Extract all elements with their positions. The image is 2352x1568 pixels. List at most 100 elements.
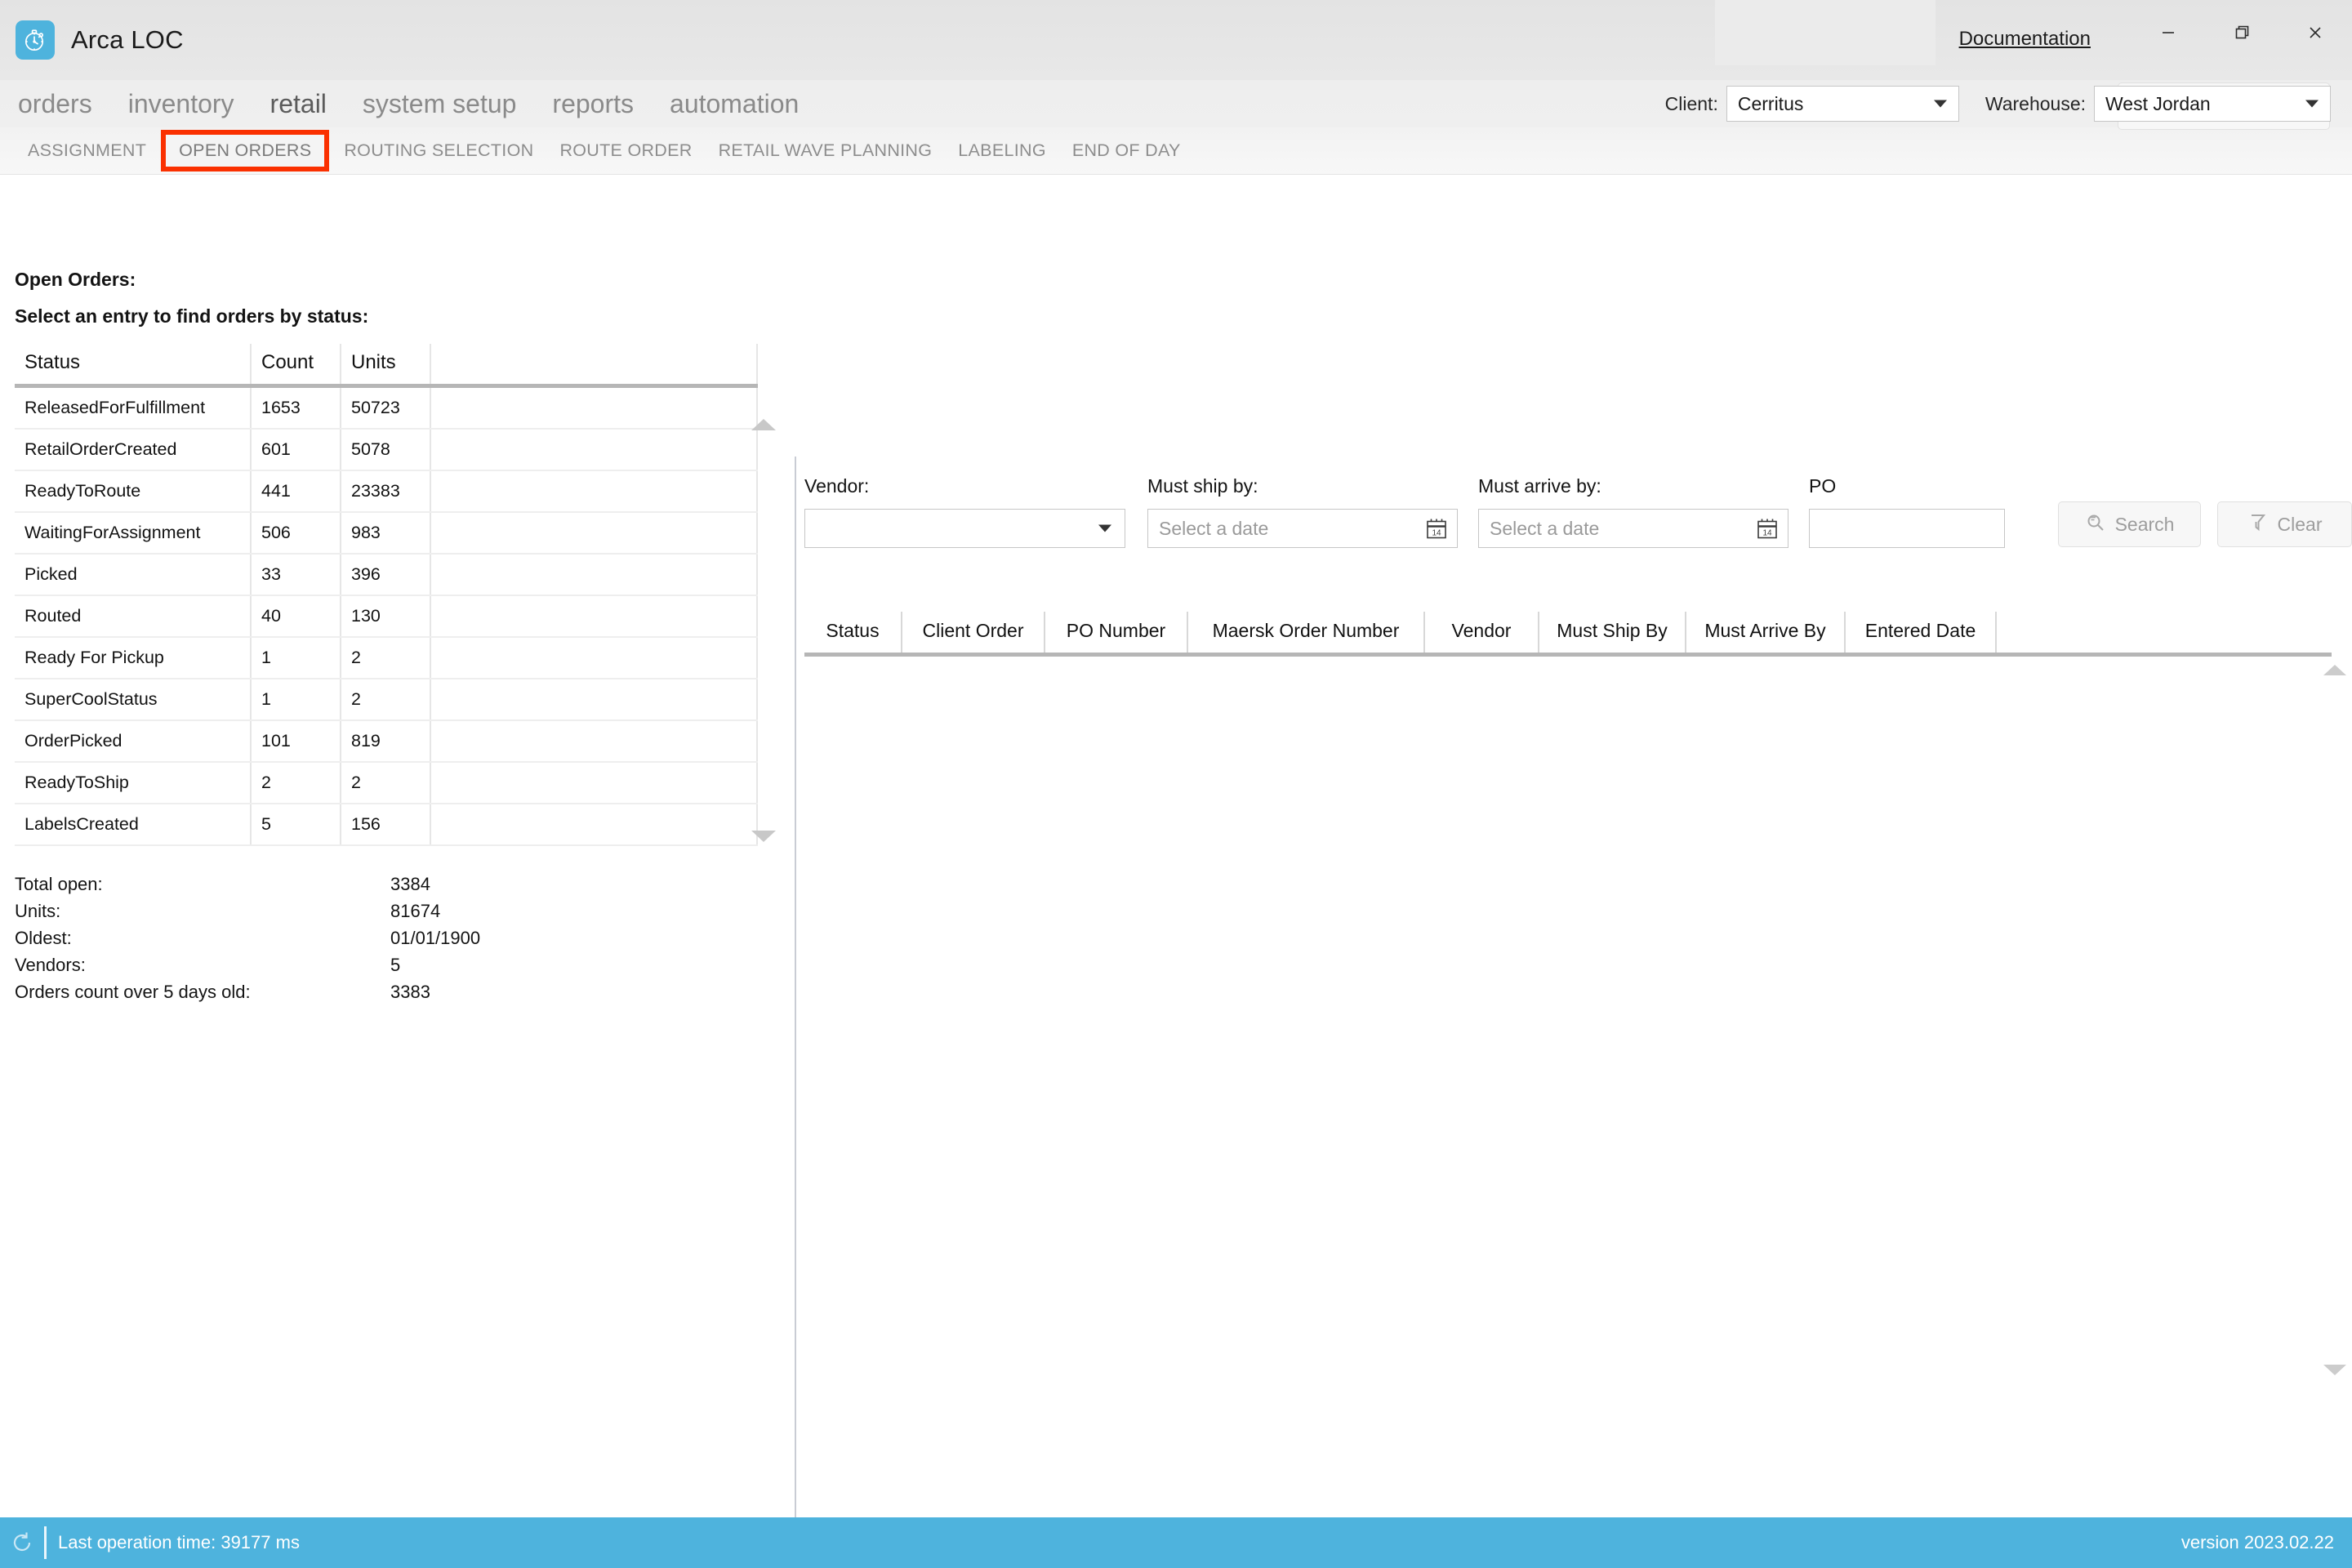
table-row[interactable]: Ready For Pickup 1 2 (15, 638, 758, 679)
cell-status: Routed (15, 596, 252, 636)
calendar-icon[interactable]: 14 (1426, 518, 1447, 540)
tab-labeling[interactable]: LABELING (945, 135, 1059, 167)
column-vendor[interactable]: Vendor (1425, 612, 1539, 653)
cell-units: 156 (341, 804, 431, 844)
nav-reports[interactable]: reports (534, 89, 652, 119)
column-must-ship-by[interactable]: Must Ship By (1539, 612, 1686, 653)
table-row[interactable]: ReadyToRoute 441 23383 (15, 471, 758, 513)
cell-blank (431, 430, 758, 470)
scroll-up-arrow-icon[interactable] (751, 419, 776, 430)
window-controls (2132, 0, 2352, 65)
cell-count: 40 (252, 596, 341, 636)
column-client-order[interactable]: Client Order (902, 612, 1045, 653)
nav-system-setup[interactable]: system setup (345, 89, 535, 119)
table-row[interactable]: LabelsCreated 5 156 (15, 804, 758, 846)
cell-blank (431, 679, 758, 719)
calendar-icon[interactable]: 14 (1757, 518, 1778, 540)
column-po-number[interactable]: PO Number (1045, 612, 1188, 653)
minimize-button[interactable] (2132, 0, 2205, 65)
cell-units: 50723 (341, 388, 431, 428)
nav-automation[interactable]: automation (652, 89, 817, 119)
cell-units: 5078 (341, 430, 431, 470)
filter-actions: Search Clear (2058, 501, 2352, 547)
filter-clear-icon (2247, 512, 2268, 537)
column-status[interactable]: Status (15, 344, 252, 384)
cell-count: 601 (252, 430, 341, 470)
status-bar: Last operation time: 39177 ms version 20… (0, 1517, 2352, 1568)
cell-units: 23383 (341, 471, 431, 511)
must-arrive-by-input[interactable]: Select a date 14 (1478, 509, 1788, 548)
tab-assignment[interactable]: ASSIGNMENT (15, 135, 159, 167)
table-row[interactable]: ReadyToShip 2 2 (15, 763, 758, 804)
maximize-button[interactable] (2205, 0, 2278, 65)
warehouse-dropdown[interactable]: West Jordan (2094, 86, 2331, 122)
close-button[interactable] (2278, 0, 2352, 65)
clear-button-label: Clear (2277, 513, 2323, 535)
cell-status: OrderPicked (15, 721, 252, 761)
column-must-arrive-by[interactable]: Must Arrive By (1686, 612, 1846, 653)
summary-row-vendors: Vendors: 5 (15, 951, 795, 978)
search-button[interactable]: Search (2058, 501, 2201, 547)
must-ship-by-input[interactable]: Select a date 14 (1147, 509, 1458, 548)
column-maersk-order-number[interactable]: Maersk Order Number (1188, 612, 1425, 653)
summary-value: 01/01/1900 (390, 928, 481, 948)
client-dropdown[interactable]: Cerritus (1726, 86, 1959, 122)
warehouse-value: West Jordan (2105, 92, 2211, 114)
column-entered-date[interactable]: Entered Date (1846, 612, 1997, 653)
vendor-dropdown[interactable] (804, 509, 1125, 548)
column-units[interactable]: Units (341, 344, 431, 384)
summary-label: Orders count over 5 days old: (15, 982, 251, 1002)
tab-route-order[interactable]: ROUTE ORDER (546, 135, 705, 167)
cell-blank (431, 596, 758, 636)
cell-blank (431, 555, 758, 595)
cell-status: ReadyToRoute (15, 471, 252, 511)
cell-blank (431, 513, 758, 553)
tab-end-of-day[interactable]: END OF DAY (1059, 135, 1194, 167)
svg-text:14: 14 (1432, 529, 1441, 538)
table-row[interactable]: SuperCoolStatus 1 2 (15, 679, 758, 721)
stopwatch-icon (16, 20, 55, 60)
summary-value: 5 (390, 955, 401, 975)
cell-status: LabelsCreated (15, 804, 252, 844)
summary-row-over-5-days: Orders count over 5 days old: 3383 (15, 978, 795, 1005)
last-operation-time: Last operation time: 39177 ms (58, 1532, 300, 1552)
cell-status: Picked (15, 555, 252, 595)
nav-inventory[interactable]: inventory (110, 89, 252, 119)
table-row[interactable]: WaitingForAssignment 506 983 (15, 513, 758, 555)
cell-status: RetailOrderCreated (15, 430, 252, 470)
table-row[interactable]: Routed 40 130 (15, 596, 758, 638)
table-row[interactable]: OrderPicked 101 819 (15, 721, 758, 763)
column-status[interactable]: Status (804, 612, 902, 653)
tab-routing-selection[interactable]: ROUTING SELECTION (331, 135, 546, 167)
tab-open-orders[interactable]: OPEN ORDERS (161, 130, 330, 172)
results-scroll-up-arrow-icon[interactable] (2323, 665, 2346, 675)
table-row[interactable]: ReleasedForFulfillment 1653 50723 (15, 388, 758, 430)
nav-orders[interactable]: orders (15, 89, 110, 119)
must-ship-by-filter: Must ship by: Select a date 14 (1147, 475, 1458, 548)
cell-count: 1 (252, 679, 341, 719)
status-summary-table: Status Count Units ReleasedForFulfillmen… (15, 344, 776, 846)
content-area: Open Orders: Select an entry to find ord… (0, 82, 2352, 1568)
tab-retail-wave-planning[interactable]: RETAIL WAVE PLANNING (706, 135, 946, 167)
cell-blank (431, 388, 758, 428)
must-ship-by-label: Must ship by: (1147, 475, 1258, 497)
cell-units: 396 (341, 555, 431, 595)
cell-count: 2 (252, 763, 341, 803)
cell-units: 2 (341, 763, 431, 803)
summary-row-units: Units: 81674 (15, 898, 795, 924)
po-input[interactable] (1809, 509, 2005, 548)
summary-value: 81674 (390, 901, 441, 921)
scroll-down-arrow-icon[interactable] (751, 831, 776, 842)
cell-units: 983 (341, 513, 431, 553)
cell-count: 1 (252, 638, 341, 678)
refresh-icon[interactable] (10, 1530, 39, 1555)
clear-button[interactable]: Clear (2217, 501, 2352, 547)
column-count[interactable]: Count (252, 344, 341, 384)
results-scroll-down-arrow-icon[interactable] (2323, 1365, 2346, 1375)
table-row[interactable]: RetailOrderCreated 601 5078 (15, 430, 758, 471)
title-bar: Arca LOC Documentation (0, 0, 2352, 80)
page-title: Open Orders: (15, 269, 136, 290)
table-row[interactable]: Picked 33 396 (15, 555, 758, 596)
documentation-link[interactable]: Documentation (1959, 28, 2091, 51)
nav-retail[interactable]: retail (252, 89, 345, 119)
